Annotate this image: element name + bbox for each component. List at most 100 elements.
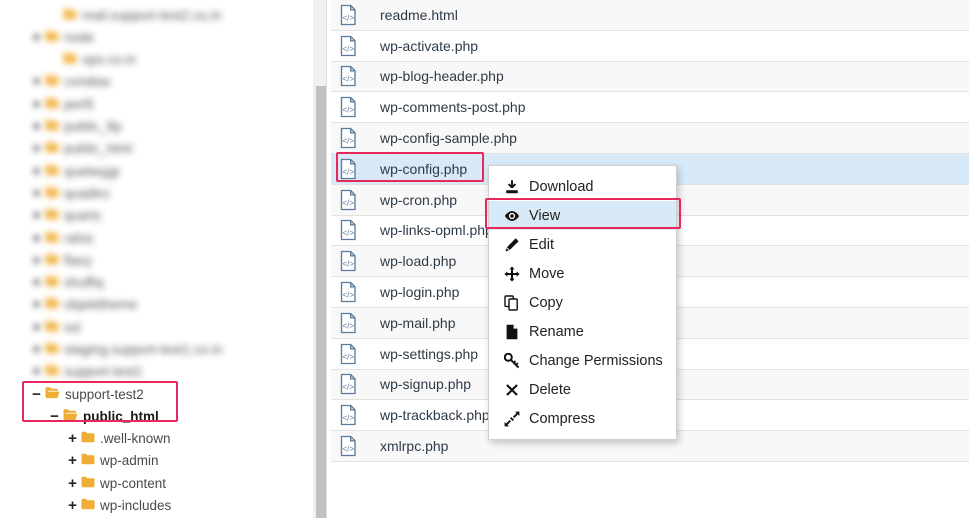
svg-text:</>: </> xyxy=(342,229,354,238)
tree-item-label: public_html xyxy=(83,408,159,424)
menu-item-edit[interactable]: Edit xyxy=(489,230,676,259)
code-file-icon: </> xyxy=(339,435,358,457)
expand-toggle-icon[interactable]: + xyxy=(30,74,43,89)
tree-item-label: wp-admin xyxy=(100,453,159,469)
menu-item-delete[interactable]: Delete xyxy=(489,375,676,404)
file-name-label: wp-config-sample.php xyxy=(380,130,517,147)
expand-toggle-icon[interactable]: + xyxy=(66,453,79,468)
menu-item-download[interactable]: Download xyxy=(489,172,676,201)
expand-toggle-icon[interactable]: + xyxy=(30,208,43,223)
menu-item-label: Rename xyxy=(529,323,584,340)
code-file-icon: </> xyxy=(339,404,358,426)
expand-toggle-icon[interactable]: + xyxy=(66,431,79,446)
expand-toggle-icon[interactable]: + xyxy=(30,297,43,312)
code-file-icon: </> xyxy=(339,4,358,26)
folder-icon xyxy=(45,141,59,156)
tree-item-mail-support-test2-co-in[interactable]: mail.support-test2.co.in xyxy=(0,4,313,26)
menu-item-label: Copy xyxy=(529,294,563,311)
expand-toggle-icon[interactable]: + xyxy=(66,476,79,491)
expand-toggle-icon[interactable]: + xyxy=(30,364,43,379)
svg-text:</>: </> xyxy=(342,13,354,22)
expand-toggle-icon[interactable]: + xyxy=(66,498,79,513)
svg-text:</>: </> xyxy=(342,352,354,361)
pencil-icon xyxy=(503,237,520,253)
tree-item-quebeggi[interactable]: + quebeggi xyxy=(0,160,313,182)
tree-item-wp-admin[interactable]: + wp-admin xyxy=(0,450,313,472)
download-icon xyxy=(503,179,520,195)
tree-item-label: perl5 xyxy=(64,96,95,112)
file-name-label: wp-links-opml.php xyxy=(380,222,493,239)
code-file-icon: </> xyxy=(339,158,358,180)
tree-item-perl5[interactable]: + perl5 xyxy=(0,93,313,115)
svg-text:</>: </> xyxy=(342,75,354,84)
menu-item-compress[interactable]: Compress xyxy=(489,404,676,433)
svg-text:</>: </> xyxy=(342,321,354,330)
tree-item-rahis[interactable]: + rahis xyxy=(0,227,313,249)
expand-toggle-icon[interactable]: + xyxy=(30,231,43,246)
tree-item-support-test1[interactable]: + support-test1 xyxy=(0,361,313,383)
code-file-icon: </> xyxy=(339,35,358,57)
expand-toggle-icon[interactable]: + xyxy=(30,164,43,179)
tree-item-ops-co-in[interactable]: ops.co.in xyxy=(0,48,313,70)
code-file-icon: </> xyxy=(339,373,358,395)
menu-item-copy[interactable]: Copy xyxy=(489,288,676,317)
file-row[interactable]: </> wp-activate.php xyxy=(331,30,969,62)
tree-item-quadtro[interactable]: + quadtro xyxy=(0,182,313,204)
tree-item-label: staging.support-test1.co.in xyxy=(64,341,223,357)
expand-toggle-icon[interactable]: + xyxy=(30,186,43,201)
expand-toggle-icon[interactable]: + xyxy=(30,320,43,335)
folder-icon xyxy=(81,498,95,513)
expand-toggle-icon[interactable]: + xyxy=(30,342,43,357)
code-file-icon: </> xyxy=(339,281,358,303)
tree-scrollbar-thumb[interactable] xyxy=(316,86,326,518)
menu-item-view[interactable]: View xyxy=(489,201,676,230)
collapse-toggle-icon[interactable]: − xyxy=(48,409,61,424)
tree-item-label: quartz xyxy=(64,208,102,224)
file-row[interactable]: </> wp-config-sample.php xyxy=(331,123,969,154)
tree-item-shuffiq[interactable]: + shuffiq xyxy=(0,271,313,293)
expand-toggle-icon[interactable]: + xyxy=(30,141,43,156)
directory-tree-panel[interactable]: mail.support-test2.co.in + node ops.co.in + c… xyxy=(0,0,313,518)
menu-item-change-permissions[interactable]: Change Permissions xyxy=(489,346,676,375)
menu-item-rename[interactable]: Rename xyxy=(489,317,676,346)
tree-item-public-ftp[interactable]: + public_ftp xyxy=(0,115,313,137)
file-row[interactable]: </> wp-blog-header.php xyxy=(331,61,969,93)
expand-toggle-icon[interactable]: + xyxy=(30,275,43,290)
expand-toggle-icon[interactable]: + xyxy=(30,253,43,268)
folder-open-icon xyxy=(63,408,78,424)
file-name-label: xmlrpc.php xyxy=(380,438,449,455)
page-icon xyxy=(503,324,520,340)
tree-item-condias[interactable]: + condias xyxy=(0,71,313,93)
tree-item-quartz[interactable]: + quartz xyxy=(0,205,313,227)
menu-item-move[interactable]: Move xyxy=(489,259,676,288)
tree-item--well-known[interactable]: + .well-known xyxy=(0,428,313,450)
file-context-menu[interactable]: Download View Edit Move Copy Rename Change Per… xyxy=(488,165,677,440)
tree-item-public-html[interactable]: + public_html xyxy=(0,138,313,160)
tree-item-wp-includes[interactable]: + wp-includes xyxy=(0,494,313,516)
expand-toggle-icon[interactable]: + xyxy=(30,119,43,134)
file-name-label: wp-blog-header.php xyxy=(380,68,504,85)
file-row[interactable]: </> readme.html xyxy=(331,0,969,31)
tree-item-objekttheme[interactable]: + objekttheme xyxy=(0,294,313,316)
collapse-toggle-icon[interactable]: − xyxy=(30,387,43,402)
code-file-icon: </> xyxy=(339,96,358,118)
tree-item-support-test2[interactable]: − support-test2 xyxy=(0,383,313,405)
folder-icon xyxy=(81,453,95,468)
svg-text:</>: </> xyxy=(342,136,354,145)
code-file-icon: </> xyxy=(339,343,358,365)
tree-item-node[interactable]: + node xyxy=(0,26,313,48)
panel-divider xyxy=(326,0,327,518)
folder-icon xyxy=(45,364,59,379)
tree-item-staging-support-test1-co-in[interactable]: + staging.support-test1.co.in xyxy=(0,338,313,360)
file-row[interactable]: </> wp-comments-post.php xyxy=(331,92,969,124)
code-file-icon: </> xyxy=(339,189,358,211)
tree-item-flaxy[interactable]: + flaxy xyxy=(0,249,313,271)
tree-item-public-html[interactable]: − public_html xyxy=(0,405,313,427)
expand-toggle-icon[interactable]: + xyxy=(30,30,43,45)
tree-item-ssl[interactable]: + ssl xyxy=(0,316,313,338)
expand-toggle-icon[interactable]: + xyxy=(30,97,43,112)
code-file-icon: </> xyxy=(339,312,358,334)
tree-item-label: node xyxy=(64,29,95,45)
folder-icon xyxy=(45,119,59,134)
tree-item-wp-content[interactable]: + wp-content xyxy=(0,472,313,494)
